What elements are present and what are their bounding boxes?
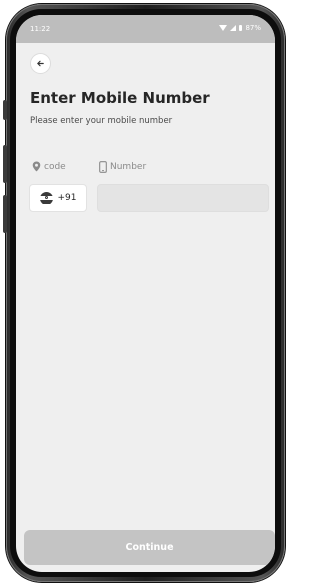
signal-icon	[230, 25, 237, 31]
battery-icon	[239, 25, 243, 31]
country-code-selector[interactable]: +91	[29, 184, 87, 212]
country-code-value: +91	[57, 193, 77, 203]
volume-down-button	[3, 195, 7, 233]
number-label-text: Number	[110, 162, 147, 172]
battery-level: 87%	[245, 24, 261, 32]
status-indicators: 87%	[219, 24, 261, 32]
location-pin-icon	[32, 161, 41, 172]
page-subtitle: Please enter your mobile number	[30, 116, 173, 126]
app-screen: 11:22 87% Enter Mobile Number Please ent…	[16, 15, 275, 572]
device-mockup: 11:22 87% Enter Mobile Number Please ent…	[0, 0, 289, 586]
volume-up-button	[3, 145, 7, 183]
back-button[interactable]	[30, 53, 51, 74]
status-bar: 11:22 87%	[16, 15, 275, 43]
status-time: 11:22	[30, 25, 51, 33]
page-title: Enter Mobile Number	[30, 89, 210, 107]
mobile-number-input[interactable]	[97, 184, 269, 212]
continue-button[interactable]: Continue	[24, 530, 275, 565]
arrow-left-icon	[37, 60, 44, 67]
power-button	[3, 100, 7, 120]
mobile-phone-icon	[99, 161, 107, 173]
code-label-text: code	[44, 161, 66, 172]
wifi-icon	[219, 25, 228, 31]
india-flag-icon	[39, 191, 53, 205]
number-label: Number	[99, 161, 146, 173]
code-label: code	[32, 161, 66, 172]
